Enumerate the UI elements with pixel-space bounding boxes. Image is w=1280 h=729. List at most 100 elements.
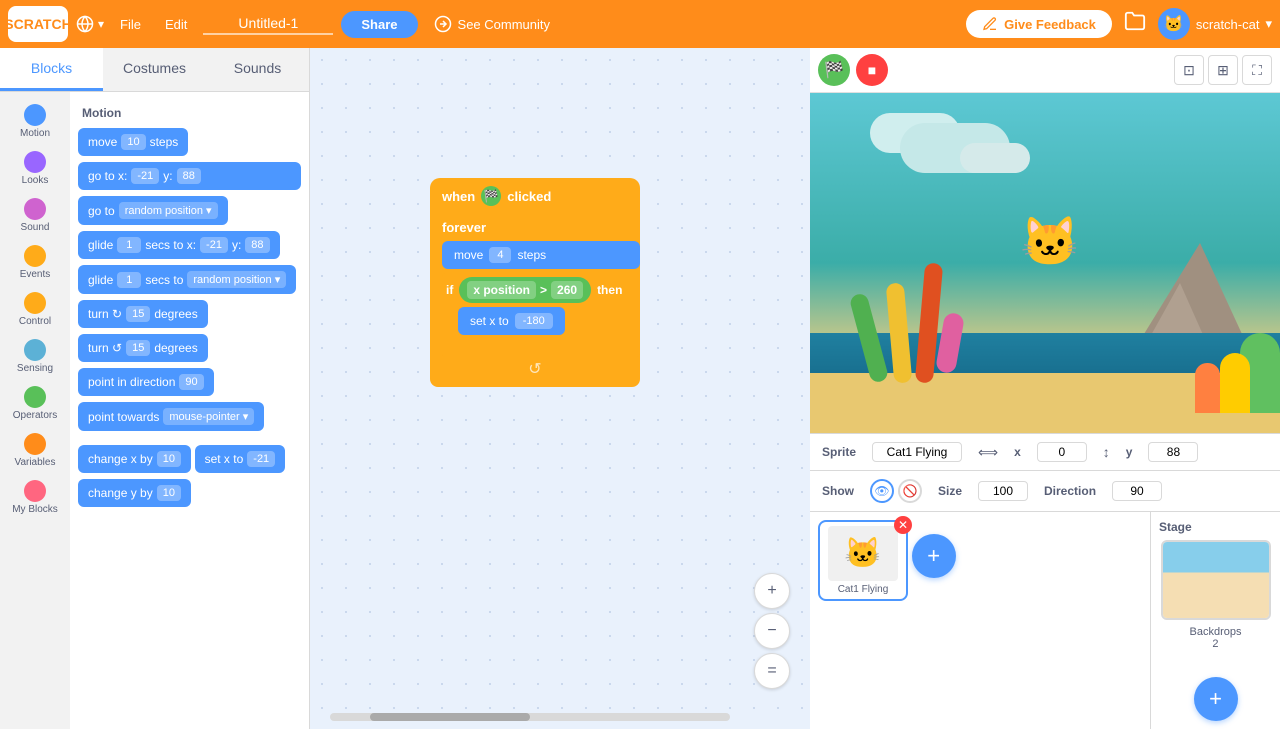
if-row: if x position > 260 then: [442, 277, 640, 307]
sprite-info-bar-2: Show 👁 🚫 Size Direction: [810, 471, 1280, 512]
set-x-block[interactable]: set x to -180: [458, 307, 565, 335]
block-turn-cw[interactable]: turn ↻ 15 degrees: [78, 300, 208, 328]
block-change-x[interactable]: change x by 10: [78, 445, 191, 473]
y-arrow-icon: ↕: [1103, 444, 1110, 460]
x-position-val: x position: [467, 281, 536, 299]
sidebar-item-motion[interactable]: Motion: [4, 100, 66, 143]
sidebar-item-variables[interactable]: Variables: [4, 429, 66, 472]
forever-label: forever: [430, 214, 640, 241]
sprite-list: ✕ 🐱 Cat1 Flying +: [810, 512, 1150, 729]
if-block[interactable]: if x position > 260 then set x to: [442, 273, 640, 357]
sprite-name-input[interactable]: [872, 442, 962, 462]
zoom-out-button[interactable]: −: [754, 613, 790, 649]
stage-thumbnail[interactable]: [1161, 540, 1271, 620]
small-stage-button[interactable]: ⊡: [1174, 55, 1204, 85]
sprite-card-image: 🐱: [828, 526, 898, 581]
add-sprite-button[interactable]: +: [912, 534, 956, 578]
scratch-logo[interactable]: SCRATCH: [8, 6, 68, 42]
tabs-row: Blocks Costumes Sounds: [0, 48, 309, 92]
tab-blocks[interactable]: Blocks: [0, 48, 103, 91]
x-arrows-icon: ⟺: [978, 444, 998, 461]
set-x-val[interactable]: -180: [515, 313, 553, 329]
block-turn-ccw[interactable]: turn ↺ 15 degrees: [78, 334, 208, 362]
tab-sounds[interactable]: Sounds: [206, 48, 309, 91]
sidebar-item-sound[interactable]: Sound: [4, 194, 66, 237]
sprite-stage-area: ✕ 🐱 Cat1 Flying + Stage Backdrops 2: [810, 512, 1280, 729]
gt-val[interactable]: 260: [551, 281, 583, 299]
show-hidden-icon[interactable]: 🚫: [898, 479, 922, 503]
workspace[interactable]: when 🏁 clicked forever move 4 steps: [310, 48, 810, 729]
block-change-y[interactable]: change y by 10: [78, 479, 191, 507]
sprite-size-input[interactable]: [978, 481, 1028, 501]
workspace-scrollbar[interactable]: [330, 713, 730, 721]
sidebar-item-operators[interactable]: Operators: [4, 382, 66, 425]
project-title-input[interactable]: [203, 13, 333, 35]
scene-cat-sprite[interactable]: 🐱: [1020, 213, 1080, 270]
zoom-controls: + − =: [754, 573, 790, 689]
block-set-x[interactable]: set x to -21: [195, 445, 286, 473]
sprite-card-label: Cat1 Flying: [838, 584, 889, 595]
canvas-move-block[interactable]: move 4 steps: [442, 241, 640, 269]
sprite-direction-input[interactable]: [1112, 481, 1162, 501]
user-menu[interactable]: 🐱 scratch-cat ▾: [1158, 8, 1272, 40]
share-button[interactable]: Share: [341, 11, 417, 38]
sprite-info-bar: Sprite ⟺ x ↕ y: [810, 433, 1280, 471]
sprite-card-cat[interactable]: ✕ 🐱 Cat1 Flying: [818, 520, 908, 601]
zoom-reset-button[interactable]: =: [754, 653, 790, 689]
stage-controls-row: 🏁 ■ ⊡ ⊞ ⛶: [810, 48, 1280, 93]
sprite-delete-button[interactable]: ✕: [894, 516, 912, 534]
zoom-in-button[interactable]: +: [754, 573, 790, 609]
hat-block[interactable]: when 🏁 clicked: [430, 178, 640, 214]
backdrops-info: Backdrops 2: [1190, 626, 1242, 650]
normal-stage-button[interactable]: ⊞: [1208, 55, 1238, 85]
sidebar-item-events[interactable]: Events: [4, 241, 66, 284]
edit-menu[interactable]: Edit: [157, 13, 195, 36]
see-community-button[interactable]: See Community: [426, 11, 558, 37]
blocks-area: Motion Looks Sound Events Control: [0, 92, 309, 729]
stage-thumb-image: [1163, 542, 1269, 618]
block-go-to-random[interactable]: go to random position ▾: [78, 196, 228, 225]
forever-block[interactable]: forever move 4 steps if: [430, 214, 640, 387]
fullscreen-button[interactable]: ⛶: [1242, 55, 1272, 85]
add-backdrop-button[interactable]: +: [1194, 677, 1238, 721]
stage-area: 🏁 ■ ⊡ ⊞ ⛶: [810, 48, 1280, 433]
sprite-x-input[interactable]: [1037, 442, 1087, 462]
stage-label: Stage: [1159, 520, 1192, 534]
sprite-y-input[interactable]: [1148, 442, 1198, 462]
plant-3: [1195, 363, 1220, 413]
canvas-block-group[interactable]: when 🏁 clicked forever move 4 steps: [430, 178, 640, 387]
stop-button[interactable]: ■: [856, 54, 888, 86]
show-visible-icon[interactable]: 👁: [870, 479, 894, 503]
add-sprite-area: +: [912, 534, 956, 578]
sidebar-item-looks[interactable]: Looks: [4, 147, 66, 190]
block-move-steps[interactable]: move 10 steps: [78, 128, 188, 156]
language-selector[interactable]: ▾: [76, 15, 104, 33]
green-flag-button[interactable]: 🏁: [818, 54, 850, 86]
move-val[interactable]: 4: [489, 247, 511, 263]
loop-arrow: ↺: [430, 357, 640, 379]
file-menu[interactable]: File: [112, 13, 149, 36]
blocks-list: Motion move 10 steps go to x: -21 y: 88 …: [70, 92, 309, 729]
block-point-direction[interactable]: point in direction 90: [78, 368, 214, 396]
folder-icon-button[interactable]: [1120, 6, 1150, 42]
top-navigation: SCRATCH ▾ File Edit Share See Community …: [0, 0, 1280, 48]
user-avatar: 🐱: [1158, 8, 1190, 40]
give-feedback-button[interactable]: Give Feedback: [966, 10, 1112, 38]
plant-2: [1220, 353, 1250, 413]
block-point-towards[interactable]: point towards mouse-pointer ▾: [78, 402, 264, 431]
sidebar-item-sensing[interactable]: Sensing: [4, 335, 66, 378]
sidebar-item-myblocks[interactable]: My Blocks: [4, 476, 66, 519]
scene-cloud-3: [960, 143, 1030, 173]
flag-symbol: 🏁: [481, 186, 501, 206]
stage-scene: 🐱: [810, 93, 1280, 433]
right-panel: 🏁 ■ ⊡ ⊞ ⛶: [810, 48, 1280, 729]
if-condition[interactable]: x position > 260: [459, 277, 591, 303]
block-glide-random[interactable]: glide 1 secs to random position ▾: [78, 265, 296, 294]
left-panel: Blocks Costumes Sounds Motion Looks Soun…: [0, 48, 310, 729]
block-glide-xy[interactable]: glide 1 secs to x: -21 y: 88: [78, 231, 280, 259]
workspace-scrollbar-thumb[interactable]: [370, 713, 530, 721]
block-go-to-xy[interactable]: go to x: -21 y: 88: [78, 162, 301, 190]
tab-costumes[interactable]: Costumes: [103, 48, 206, 91]
category-sidebar: Motion Looks Sound Events Control: [0, 92, 70, 729]
sidebar-item-control[interactable]: Control: [4, 288, 66, 331]
